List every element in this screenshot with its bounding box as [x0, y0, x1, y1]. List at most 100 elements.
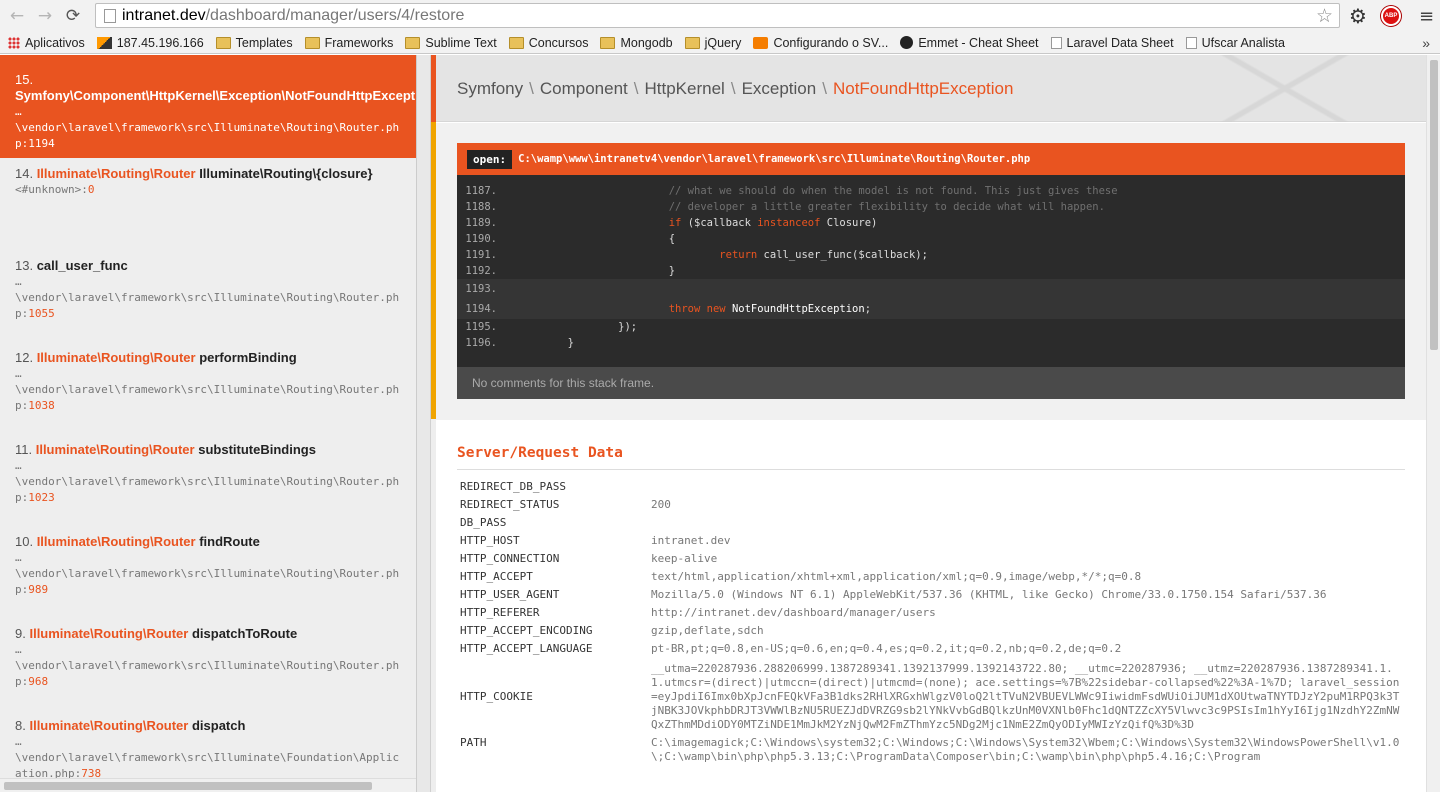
frame-ellipsis: … [15, 367, 22, 380]
bookmark-item[interactable]: Sublime Text [405, 35, 497, 50]
frame-number: 10. [15, 534, 37, 549]
frame-function: substituteBindings [194, 442, 316, 457]
browser-toolbar: ← → ⟳ intranet.dev/dashboard/manager/use… [0, 0, 1440, 32]
frame-path: \vendor\laravel\framework\src\Illuminate… [15, 659, 400, 688]
data-row: HTTP_HOST intranet.dev [457, 532, 1405, 550]
bookmark-label: Sublime Text [425, 35, 497, 50]
frame-file: <#unknown>:0 [15, 182, 405, 198]
data-row: HTTP_ACCEPT_LANGUAGE pt-BR,pt;q=0.8,en-US… [457, 640, 1405, 658]
bookmark-item[interactable]: jQuery [684, 36, 741, 50]
code-text: return call_user_func($callback); [507, 247, 928, 263]
code-token: NotFoundHttpException [725, 303, 865, 315]
bookmark-item[interactable]: Aplicativos [8, 36, 85, 50]
forward-arrow-icon[interactable]: → [34, 5, 56, 27]
namespace-part: Symfony [457, 79, 524, 98]
file-path[interactable]: C:\wamp\www\intranetv4\vendor\laravel\fr… [518, 153, 1030, 165]
frame-file: … \vendor\laravel\framework\src\Illuminat… [15, 642, 405, 690]
frame-number: 13. [15, 258, 37, 273]
frame-title: 13. call_user_func [15, 258, 416, 274]
frame-line: 989 [28, 583, 49, 596]
code-token: Closure) [820, 217, 878, 229]
data-row: HTTP_COOKIE __utma=220287936.288206999.13… [457, 658, 1405, 734]
stack-frame[interactable]: 13. call_user_func… \vendor\laravel\frame… [0, 250, 416, 342]
data-row: HTTP_ACCEPT text/html,application/xhtml+x… [457, 568, 1405, 586]
code-box: open: C:\wamp\www\intranetv4\vendor\lara… [457, 143, 1405, 399]
namespace-part: HttpKernel [644, 79, 725, 98]
code-token: }); [517, 321, 638, 333]
frame-title: 9. Illuminate\Routing\Router dispatchToR… [15, 626, 416, 642]
frame-path: \vendor\laravel\framework\src\Illuminate… [15, 383, 400, 412]
stack-frame[interactable]: 9. Illuminate\Routing\Router dispatchToR… [0, 618, 416, 710]
stack-frame[interactable]: 14. Illuminate\Routing\Router Illuminate… [0, 158, 416, 250]
code-area: open: C:\wamp\www\intranetv4\vendor\lara… [436, 123, 1426, 420]
data-value: text/html,application/xhtml+xml,applicat… [651, 570, 1142, 583]
gear-icon[interactable]: ⚙ [1347, 4, 1369, 28]
bookmark-item[interactable]: Emmet - Cheat Sheet [900, 36, 1039, 50]
bookmark-item[interactable]: Laravel Data Sheet [1050, 35, 1174, 50]
frame-title: 8. Illuminate\Routing\Router dispatch [15, 718, 416, 734]
bookmark-item[interactable]: Mongodb [600, 35, 673, 50]
bookmark-item[interactable]: Configurando o SV... [753, 36, 888, 50]
line-number: 1190. [465, 233, 497, 245]
reload-icon[interactable]: ⟳ [62, 5, 84, 27]
line-number: 1193. [465, 283, 497, 295]
code-token: { [517, 233, 676, 245]
data-row: HTTP_REFERER http://intranet.dev/dashboar… [457, 604, 1405, 622]
frame-class: Illuminate\Routing\Router [29, 626, 189, 641]
bookmark-star-icon[interactable]: ☆ [1316, 5, 1333, 27]
data-key: REDIRECT_STATUS [460, 498, 560, 511]
frame-ellipsis: … [15, 551, 22, 564]
bookmark-label: Configurando o SV... [773, 35, 889, 50]
frame-path: \vendor\laravel\framework\src\Illuminate… [15, 567, 400, 596]
folder-icon [304, 36, 320, 49]
stack-frame[interactable]: 11. Illuminate\Routing\Router substitute… [0, 434, 416, 526]
url-host: intranet.dev [122, 6, 206, 24]
frame-number: 12. [15, 350, 37, 365]
data-row: HTTP_CONNECTION keep-alive [457, 550, 1405, 568]
pma-icon [96, 36, 112, 49]
bookmark-item[interactable]: Ufscar Analista [1185, 36, 1285, 50]
data-value: gzip,deflate,sdch [651, 624, 764, 637]
frame-title: 15. Symfony\Component\HttpKernel\Excepti… [15, 72, 416, 104]
bookmark-item[interactable]: 187.45.196.166 [96, 36, 204, 50]
bookmark-item[interactable]: Concursos [508, 36, 588, 50]
bookmark-item[interactable]: Templates [215, 36, 293, 50]
data-key: PATH [460, 736, 487, 749]
back-arrow-icon[interactable]: ← [6, 5, 28, 27]
data-key: HTTP_USER_AGENT [460, 588, 560, 601]
open-button[interactable]: open: [467, 149, 513, 169]
frame-function: dispatchToRoute [188, 626, 298, 641]
bookmark-label: Laravel Data Sheet [1066, 35, 1174, 50]
code-token: ; [864, 303, 872, 315]
frame-class: Illuminate\Routing\Router [36, 534, 196, 549]
folder-icon [684, 36, 700, 49]
scrollbar-thumb[interactable] [4, 782, 372, 790]
adblock-icon[interactable]: ABP [1381, 6, 1401, 26]
frame-number: 15. [15, 72, 34, 87]
code-text: if ($callback instanceof Closure) [507, 215, 878, 231]
frame-file: … \vendor\laravel\framework\src\Illuminat… [15, 550, 405, 598]
bookmarks-overflow-icon[interactable]: » [1422, 35, 1430, 51]
menu-icon[interactable]: ≡ [1419, 6, 1434, 27]
data-value: C:\imagemagick;C:\Windows\system32;C:\Wi… [651, 736, 1400, 763]
vertical-scrollbar[interactable] [1426, 55, 1440, 792]
data-row: DB_PASS [457, 514, 1405, 532]
code-text: }); [507, 319, 637, 335]
frame-file: … \vendor\laravel\framework\src\Illuminat… [15, 274, 405, 322]
code-token: call_user_func($callback); [757, 249, 928, 261]
frame-class: Illuminate\Routing\Router [36, 166, 196, 181]
stack-frame[interactable]: 15. Symfony\Component\HttpKernel\Excepti… [0, 55, 416, 158]
stack-frame[interactable]: 12. Illuminate\Routing\Router performBin… [0, 342, 416, 434]
horizontal-scrollbar[interactable] [0, 778, 416, 792]
address-bar[interactable]: intranet.dev/dashboard/manager/users/4/r… [95, 3, 1340, 28]
bookmark-label: Mongodb [620, 35, 673, 50]
line-number: 1187. [465, 185, 497, 197]
frame-line: 1023 [28, 491, 55, 504]
frame-path: \vendor\laravel\framework\src\Illuminate… [15, 291, 400, 320]
stack-frame[interactable]: 10. Illuminate\Routing\Router findRoute…… [0, 526, 416, 618]
code-token: return [719, 249, 758, 261]
scrollbar-thumb[interactable] [1430, 60, 1438, 350]
bookmark-item[interactable]: Frameworks [304, 36, 393, 50]
